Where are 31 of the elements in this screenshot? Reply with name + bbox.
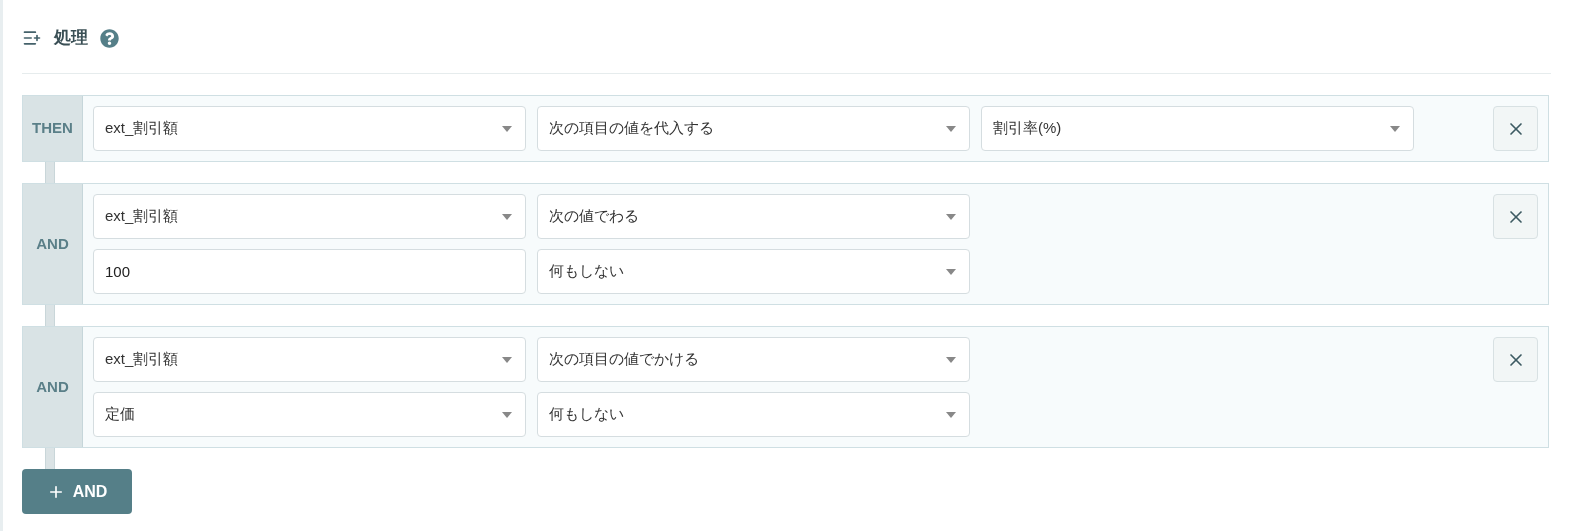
caret-icon (502, 213, 512, 220)
caret-icon (502, 125, 512, 132)
dropdown[interactable]: ext_割引額 (93, 106, 526, 151)
list-add-icon (22, 28, 42, 48)
caret-icon (946, 411, 956, 418)
block-label: AND (23, 184, 83, 304)
block-label: AND (23, 327, 83, 447)
caret-icon (502, 411, 512, 418)
caret-icon (946, 268, 956, 275)
close-button[interactable] (1493, 194, 1538, 239)
dropdown[interactable]: ext_割引額 (93, 194, 526, 239)
dropdown[interactable]: 定価 (93, 392, 526, 437)
dropdown[interactable]: 何もしない (537, 392, 970, 437)
caret-icon (1390, 125, 1400, 132)
text-field[interactable]: 100 (93, 249, 526, 294)
caret-icon (502, 356, 512, 363)
help-icon[interactable] (100, 28, 119, 48)
caret-icon (946, 356, 956, 363)
close-button[interactable] (1493, 106, 1538, 151)
dropdown[interactable]: 次の項目の値を代入する (537, 106, 970, 151)
block-label: THEN (23, 96, 83, 161)
dropdown[interactable]: 割引率(%) (981, 106, 1414, 151)
section-title: 処理 (54, 27, 88, 50)
caret-icon (946, 125, 956, 132)
dropdown[interactable]: 何もしない (537, 249, 970, 294)
close-button[interactable] (1493, 337, 1538, 382)
dropdown[interactable]: 次の項目の値でかける (537, 337, 970, 382)
dropdown[interactable]: ext_割引額 (93, 337, 526, 382)
dropdown[interactable]: 次の値でわる (537, 194, 970, 239)
caret-icon (946, 213, 956, 220)
add-and-button[interactable]: AND (22, 469, 132, 514)
